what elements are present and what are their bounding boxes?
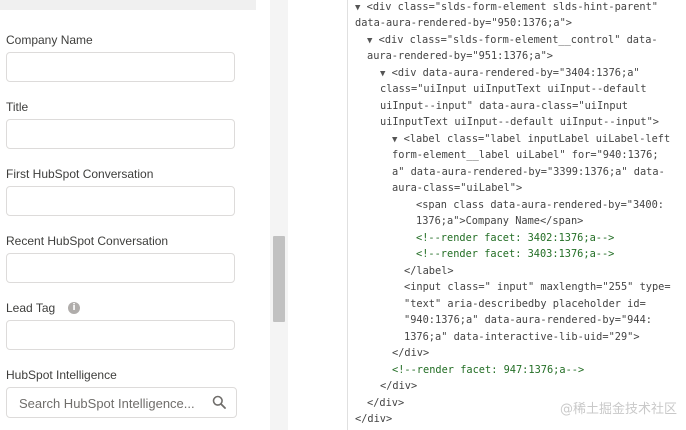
devtools-line[interactable]: <input class=" input" maxlength="255" ty…: [404, 279, 671, 296]
scrollbar-track[interactable]: [270, 0, 288, 430]
devtools-line[interactable]: ▼ <div data-aura-rendered-by="3404:1376;…: [380, 65, 640, 83]
devtools-line: aura-class="uiLabel">: [392, 180, 522, 197]
devtools-line: "940:1376;a" data-aura-rendered-by="944:: [404, 312, 652, 329]
devtools-line: data-aura-rendered-by="950:1376;a">: [355, 15, 572, 32]
devtools-line[interactable]: </label>: [404, 263, 454, 280]
devtools-line[interactable]: </div>: [392, 345, 429, 362]
devtools-line: uiInput--input" data-aura-class="uiInput: [380, 98, 628, 115]
hubspot-intelligence-label: HubSpot Intelligence: [6, 368, 117, 382]
salesforce-form-panel: Company Name Title First HubSpot Convers…: [0, 0, 288, 430]
devtools-comment-line[interactable]: <!--render facet: 3403:1376;a-->: [416, 246, 614, 263]
info-icon[interactable]: i: [68, 302, 80, 314]
company-name-label: Company Name: [6, 33, 93, 47]
devtools-line: 1376;a" data-interactive-lib-uid="29">: [404, 329, 640, 346]
devtools-line[interactable]: ▼ <label class="label inputLabel uiLabel…: [392, 131, 670, 149]
devtools-line-text: <!--render facet: 3403:1376;a-->: [416, 248, 615, 260]
devtools-line-text: </div>: [355, 413, 393, 425]
devtools-line: uiInputText uiInput--default uiInput--in…: [380, 114, 659, 131]
expand-triangle-icon[interactable]: ▼: [367, 36, 372, 46]
devtools-line-text: uiInputText uiInput--default uiInput--in…: [380, 116, 659, 128]
devtools-line-text: <div class="slds-form-element slds-hint-…: [366, 1, 658, 13]
devtools-elements-panel: ▼ <div class="slds-form-element slds-hin…: [347, 0, 686, 430]
devtools-comment-line[interactable]: <!--render facet: 3402:1376;a-->: [416, 230, 614, 247]
search-icon[interactable]: [212, 395, 226, 409]
devtools-line-text: <span class data-aura-rendered-by="3400:: [416, 199, 664, 211]
devtools-line-text: "940:1376;a" data-aura-rendered-by="944:: [404, 314, 652, 326]
devtools-line-text: <input class=" input" maxlength="255" ty…: [404, 281, 671, 293]
devtools-line-text: <div class="slds-form-element__control" …: [378, 34, 658, 46]
recent-hubspot-conversation-input[interactable]: [6, 253, 235, 283]
devtools-line[interactable]: ▼ <div class="slds-form-element__control…: [367, 32, 658, 50]
devtools-line-text: aura-class="uiLabel">: [392, 182, 523, 194]
devtools-line-text: 1376;a">Company Name</span>: [416, 215, 584, 227]
expand-triangle-icon[interactable]: ▼: [392, 135, 397, 145]
devtools-line-text: <!--render facet: 947:1376;a-->: [392, 364, 585, 376]
recent-hubspot-conversation-label: Recent HubSpot Conversation: [6, 234, 169, 248]
devtools-line-text: data-aura-rendered-by="950:1376;a">: [355, 17, 572, 29]
devtools-line: form-element__label uiLabel" for="940:13…: [392, 147, 659, 164]
devtools-line-text: </div>: [367, 397, 405, 409]
devtools-line-text: <label class="label inputLabel uiLabel-l…: [403, 133, 671, 145]
devtools-line-text: </div>: [392, 347, 430, 359]
expand-triangle-icon[interactable]: ▼: [355, 3, 360, 13]
devtools-comment-line[interactable]: <!--render facet: 947:1376;a-->: [392, 362, 584, 379]
devtools-line-text: uiInput--input" data-aura-class="uiInput: [380, 100, 628, 112]
scrollbar-thumb[interactable]: [273, 236, 285, 322]
devtools-line-text: </label>: [404, 265, 454, 277]
devtools-line[interactable]: </div>: [367, 395, 404, 412]
company-name-input[interactable]: [6, 52, 235, 82]
search-placeholder: Search HubSpot Intelligence...: [19, 396, 195, 411]
devtools-line-text: aura-rendered-by="951:1376;a">: [367, 50, 553, 62]
devtools-line: 1376;a">Company Name</span>: [416, 213, 583, 230]
devtools-line: "text" aria-describedby placeholder id=: [404, 296, 646, 313]
devtools-line-text: <div data-aura-rendered-by="3404:1376;a": [391, 67, 640, 79]
devtools-line[interactable]: </div>: [355, 411, 392, 428]
devtools-line-text: 1376;a" data-interactive-lib-uid="29">: [404, 331, 640, 343]
lead-tag-input[interactable]: [6, 320, 235, 350]
first-hubspot-conversation-input[interactable]: [6, 186, 235, 216]
devtools-line-text: <!--render facet: 3402:1376;a-->: [416, 232, 615, 244]
devtools-line: aura-rendered-by="951:1376;a">: [367, 48, 553, 65]
devtools-line-text: "text" aria-describedby placeholder id=: [404, 298, 646, 310]
title-label: Title: [6, 100, 29, 114]
devtools-line-text: </div>: [380, 380, 418, 392]
devtools-line: a" data-aura-rendered-by="3399:1376;a" d…: [392, 164, 665, 181]
devtools-line-text: a" data-aura-rendered-by="3399:1376;a" d…: [392, 166, 665, 178]
expand-triangle-icon[interactable]: ▼: [380, 69, 385, 79]
first-hubspot-conversation-label: First HubSpot Conversation: [6, 167, 154, 181]
hubspot-intelligence-search-input[interactable]: Search HubSpot Intelligence...: [6, 387, 237, 418]
watermark: @稀土掘金技术社区: [559, 401, 677, 417]
devtools-line[interactable]: </div>: [380, 378, 417, 395]
lead-tag-label: Lead Tag: [6, 301, 56, 315]
panel-top-bar: [0, 0, 256, 10]
devtools-line-text: class="uiInput uiInputText uiInput--defa…: [380, 83, 647, 95]
devtools-line-text: form-element__label uiLabel" for="940:13…: [392, 149, 659, 161]
devtools-line: class="uiInput uiInputText uiInput--defa…: [380, 81, 647, 98]
title-input[interactable]: [6, 119, 235, 149]
devtools-line[interactable]: <span class data-aura-rendered-by="3400:: [416, 197, 664, 214]
